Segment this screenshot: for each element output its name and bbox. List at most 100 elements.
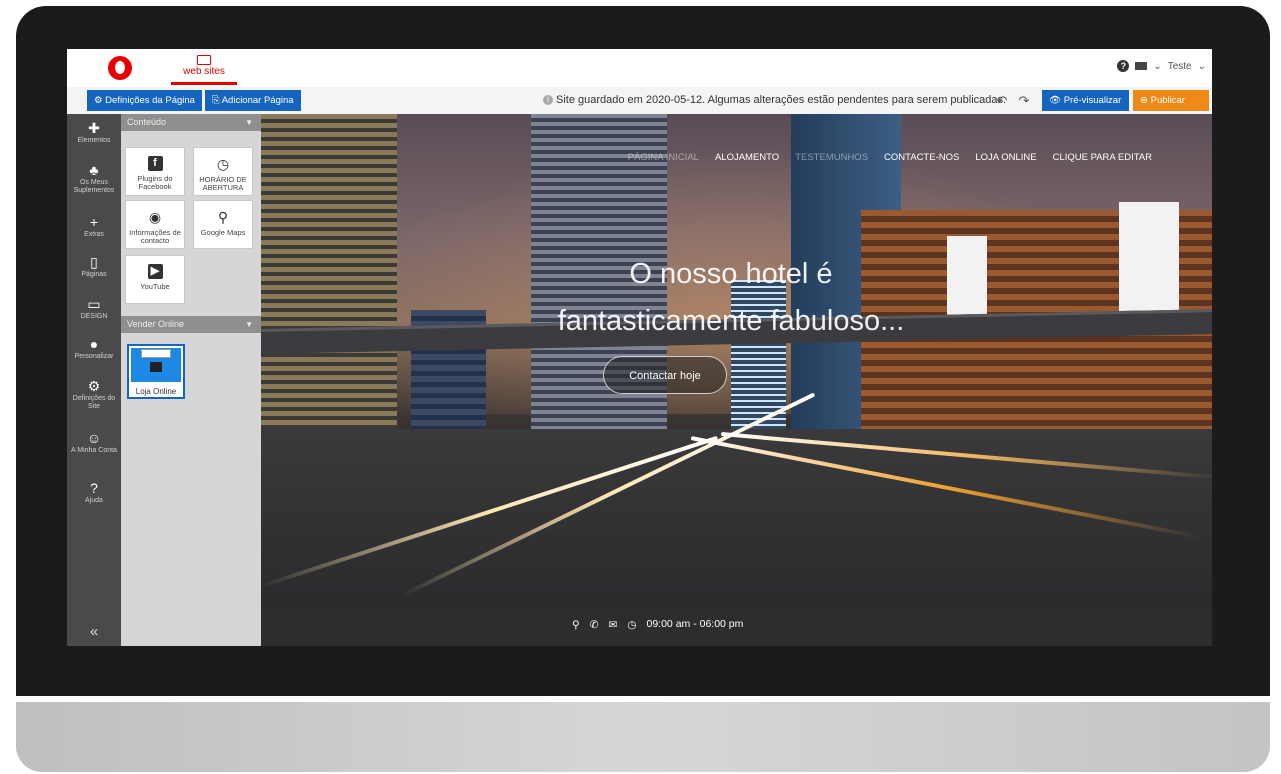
rail-item-extras[interactable]: + Extras	[67, 214, 121, 239]
top-right-controls: ? ⌄ Teste ⌄	[1117, 60, 1206, 72]
redo-icon[interactable]: ↷	[1015, 90, 1033, 111]
rail-item-ajuda[interactable]: ? Ajuda	[67, 480, 121, 505]
elements-panel: Conteúdo ▼ f Plugins do Facebook ◷ HORÁRI…	[121, 114, 261, 646]
publish-button[interactable]: ⊛ Publicar	[1133, 90, 1209, 111]
publish-label: Publicar	[1150, 95, 1185, 106]
top-bar: web sites ? ⌄ Teste ⌄	[67, 49, 1212, 88]
rail-label: Páginas	[81, 271, 107, 278]
rail-label: Elementos	[77, 137, 111, 144]
contact-cta-button[interactable]: Contactar hoje	[603, 356, 727, 394]
rail-label: A Minha Conta	[71, 447, 117, 454]
map-pin-icon: ⚲	[217, 209, 229, 225]
site-nav-item[interactable]: ALOJAMENTO	[715, 152, 779, 163]
section-title: Vender Online	[127, 319, 185, 329]
tile-google-maps[interactable]: ⚲ Google Maps	[193, 200, 253, 249]
rail-label: DESIGN	[80, 313, 108, 320]
save-status: i Site guardado em 2020-05-12. Algumas al…	[543, 87, 1006, 114]
gear-icon: ⚙	[87, 378, 101, 394]
site-nav-item[interactable]: CLIQUE PARA EDITAR	[1053, 152, 1152, 163]
mail-icon[interactable]	[1135, 62, 1148, 70]
shop-banner	[141, 349, 171, 358]
page-settings-label: Definições da Página	[105, 95, 195, 106]
tile-contact-info[interactable]: ◉ Informações de contacto	[125, 200, 185, 249]
help-icon[interactable]: ?	[1117, 60, 1130, 72]
rail-item-conta[interactable]: ☺ A Minha Conta	[67, 430, 121, 455]
section-title: Conteúdo	[127, 117, 167, 127]
section-conteudo-header[interactable]: Conteúdo ▼	[121, 114, 261, 131]
building	[261, 114, 397, 430]
page-settings-button[interactable]: ⚙ Definições da Página	[87, 90, 202, 111]
clock-icon: ◷	[216, 156, 230, 172]
add-page-button[interactable]: ⎘ Adicionar Página	[205, 90, 301, 111]
site-nav: PÁGINA INICIAL ALOJAMENTO TESTEMUNHOS CO…	[628, 152, 1152, 163]
undo-icon[interactable]: ↶	[993, 90, 1011, 111]
rail-label: Extras	[84, 231, 104, 238]
chevron-down-icon: ▼	[245, 320, 253, 329]
tile-online-shop[interactable]: Loja Online	[127, 344, 185, 399]
vodafone-logo-icon[interactable]	[108, 56, 132, 80]
hero-title-line: O nosso hotel é	[629, 258, 833, 290]
rail-item-design[interactable]: ▭ DESIGN	[67, 296, 121, 321]
site-nav-item[interactable]: PÁGINA INICIAL	[628, 152, 699, 163]
add-page-label: Adicionar Página	[221, 95, 294, 106]
preview-button[interactable]: 👁 Pré-visualizar	[1042, 90, 1129, 111]
puzzle-icon: ♣	[89, 162, 99, 178]
rail-label: Personalizar	[74, 353, 114, 360]
user-chevron-down-icon[interactable]: ⌄	[1198, 61, 1206, 72]
tile-facebook[interactable]: f Plugins do Facebook	[125, 147, 185, 196]
tile-opening-hours[interactable]: ◷ HORÁRIO DE ABERTURA	[193, 147, 253, 196]
grid-icon: ✚	[88, 120, 100, 136]
tab-websites[interactable]: web sites	[171, 52, 237, 85]
billboard	[1119, 202, 1179, 314]
site-contact-bar: ⚲ ✆ ✉ ◷ 09:00 am - 06:00 pm	[261, 605, 1212, 646]
rail-item-paginas[interactable]: ▯ Páginas	[67, 254, 121, 279]
map-pin-icon[interactable]: ⚲	[572, 619, 580, 631]
rail-label: Os Meus Suplementos	[73, 179, 115, 194]
tab-websites-label: web sites	[183, 66, 225, 77]
rail-item-definicoes[interactable]: ⚙ Definições do Site	[67, 378, 121, 411]
tile-youtube[interactable]: ▶ YouTube	[125, 255, 185, 304]
hero-title[interactable]: O nosso hotel é fantasticamente fabuloso…	[431, 251, 1031, 345]
clock-icon: ◷	[627, 619, 637, 631]
rail-item-personalizar[interactable]: ● Personalizar	[67, 336, 121, 361]
toolbar: ⚙ Definições da Página ⎘ Adicionar Págin…	[67, 87, 1212, 115]
site-nav-item[interactable]: TESTEMUNHOS	[795, 152, 868, 163]
tile-label: Google Maps	[200, 228, 246, 237]
road	[261, 429, 1212, 605]
hero-title-line: fantasticamente fabuloso...	[557, 305, 905, 337]
facebook-icon: f	[147, 156, 163, 171]
info-icon: i	[543, 95, 553, 106]
chevron-down-icon: ▼	[245, 118, 253, 127]
user-menu[interactable]: Teste	[1168, 61, 1192, 72]
save-status-text: Site guardado em 2020-05-12. Algumas alt…	[556, 94, 1007, 106]
question-icon: ?	[90, 480, 98, 496]
collapse-panel-icon[interactable]: «	[67, 623, 121, 640]
youtube-icon: ▶	[147, 264, 163, 279]
rail-item-suplementos[interactable]: ♣ Os Meus Suplementos	[67, 162, 121, 195]
section-vender-header[interactable]: Vender Online ▼	[121, 316, 261, 333]
rail-label: Ajuda	[85, 497, 103, 504]
rail-label: Definições do Site	[72, 395, 116, 410]
tile-label: Plugins do Facebook	[137, 174, 173, 191]
email-icon[interactable]: ✉	[609, 619, 618, 631]
shop-thumbnail	[131, 348, 181, 382]
tile-label: HORÁRIO DE ABERTURA	[199, 175, 247, 192]
contact-info-row: ⚲ ✆ ✉ ◷ 09:00 am - 06:00 pm	[572, 618, 744, 631]
phone-icon[interactable]: ✆	[590, 619, 599, 631]
site-nav-item[interactable]: CONTACTE-NOS	[884, 152, 959, 163]
editor-screen: web sites ? ⌄ Teste ⌄ ⚙ Definições da Pá…	[67, 49, 1212, 646]
monitor-icon: ▭	[87, 296, 101, 312]
site-hero-preview[interactable]: PÁGINA INICIAL ALOJAMENTO TESTEMUNHOS CO…	[261, 114, 1212, 605]
plus-icon: +	[89, 214, 99, 230]
tile-label: Informações de contacto	[129, 228, 181, 245]
tile-label: Loja Online	[135, 387, 177, 396]
mail-dropdown-chevron-icon[interactable]: ⌄	[1153, 61, 1161, 72]
page-icon: ▯	[90, 254, 98, 270]
site-nav-item[interactable]: LOJA ONLINE	[975, 152, 1036, 163]
cart-icon	[150, 362, 162, 372]
globe-icon: ◉	[148, 209, 162, 225]
rail-item-elementos[interactable]: ✚ Elementos	[67, 120, 121, 145]
tile-label: YouTube	[140, 282, 170, 291]
opening-hours-text: 09:00 am - 06:00 pm	[646, 618, 744, 630]
left-rail: ✚ Elementos ♣ Os Meus Suplementos + Extras …	[67, 114, 121, 646]
